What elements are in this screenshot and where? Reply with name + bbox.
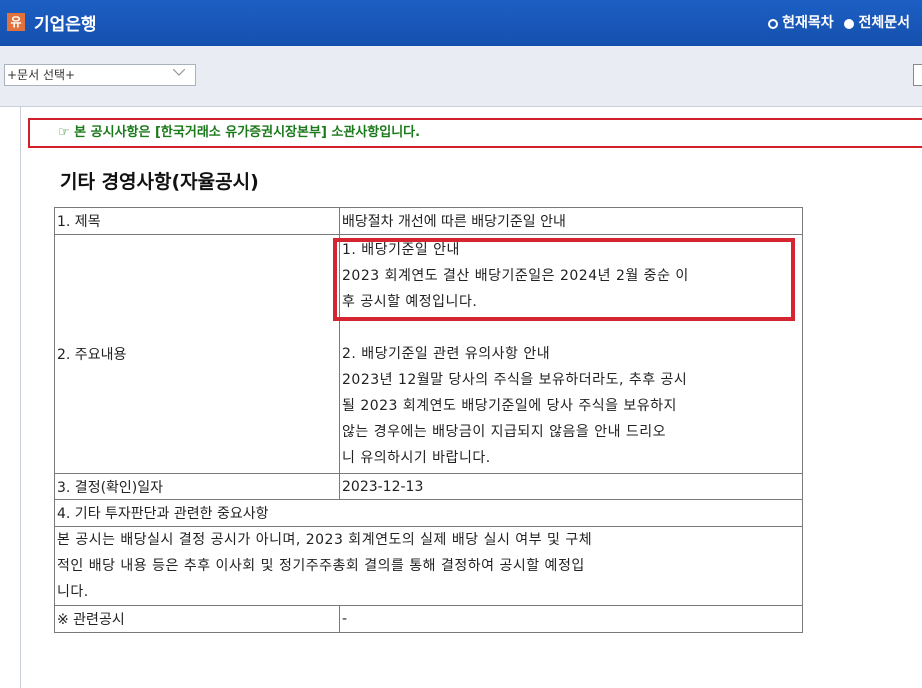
current-toc-label: 현재목차 [782, 15, 834, 31]
notice-banner: ☞ 본 공시사항은 [한국거래소 유가증권시장본부] 소관사항입니다. [28, 118, 922, 148]
title-bar: 유 기업은행 현재목차 전체문서 [0, 0, 922, 46]
table-row: ※ 관련공시 - [54, 605, 803, 633]
all-document-label: 전체문서 [858, 15, 910, 31]
content-line: 2023 회계연도 결산 배당기준일은 2024년 2월 중순 이 [342, 268, 689, 284]
row-label: 4. 기타 투자판단과 관련한 중요사항 [54, 499, 803, 527]
company-logo-icon: 유 [7, 13, 25, 31]
content-line: 니 유의하시기 바랍니다. [342, 450, 491, 466]
radio-unselected-icon [768, 19, 779, 29]
row-value: 배당절차 개선에 따른 배당기준일 안내 [339, 207, 803, 235]
row-label: 1. 제목 [54, 207, 340, 235]
radio-selected-icon [844, 19, 855, 29]
table-row: 2. 주요내용 1. 배당기준일 안내 2023 회계연도 결산 배당기준일은 … [54, 234, 803, 474]
current-toc-radio[interactable]: 현재목차 [768, 15, 834, 31]
table-row: 본 공시는 배당실시 결정 공시가 아니며, 2023 회계연도의 실제 배당 … [54, 526, 803, 606]
all-document-radio[interactable]: 전체문서 [844, 15, 910, 31]
row-value: - [339, 605, 803, 633]
row-label: 2. 주요내용 [54, 234, 340, 474]
table-row: 1. 제목 배당절차 개선에 따른 배당기준일 안내 [54, 207, 803, 235]
company-title: 기업은행 [34, 15, 97, 35]
content-line: 1. 배당기준일 안내 [342, 242, 460, 258]
content-line: 적인 배당 내용 등은 추후 이사회 및 정기주주총회 결의를 통해 결정하여 … [57, 558, 585, 574]
table-row: 3. 결정(확인)일자 2023-12-13 [54, 473, 803, 500]
disclosure-table: 1. 제목 배당절차 개선에 따른 배당기준일 안내 2. 주요내용 1. 배당… [54, 207, 803, 633]
document-select-value: +문서 선택+ [7, 68, 76, 82]
content-line: 않는 경우에는 배당금이 지급되지 않음을 안내 드리오 [342, 424, 667, 440]
table-row: 4. 기타 투자판단과 관련한 중요사항 [54, 499, 803, 527]
row-label: ※ 관련공시 [54, 605, 340, 633]
document-select[interactable]: +문서 선택+ [4, 64, 196, 86]
chevron-down-icon [173, 69, 185, 76]
content-line: 2023년 12월말 당사의 주식을 보유하더라도, 추후 공시 [342, 372, 688, 388]
view-toggle: 현재목차 전체문서 [768, 12, 910, 32]
content-line: 될 2023 회계연도 배당기준일에 당사 주식을 보유하지 [342, 398, 677, 414]
content-line: 본 공시는 배당실시 결정 공시가 아니며, 2023 회계연도의 실제 배당 … [57, 532, 593, 548]
page-title: 기타 경영사항(자율공시) [60, 171, 259, 193]
content-line: 니다. [57, 584, 89, 600]
row-label: 3. 결정(확인)일자 [54, 473, 340, 500]
row-value: 2023-12-13 [339, 473, 803, 500]
content-line: 후 공시할 예정입니다. [342, 294, 478, 310]
content-line: 2. 배당기준일 관련 유의사항 안내 [342, 346, 551, 362]
toolbar-edge-button[interactable] [913, 64, 922, 86]
content-left-border [20, 106, 21, 688]
other-info-cell: 본 공시는 배당실시 결정 공시가 아니며, 2023 회계연도의 실제 배당 … [54, 526, 803, 606]
main-content-cell: 1. 배당기준일 안내 2023 회계연도 결산 배당기준일은 2024년 2월… [339, 234, 803, 474]
